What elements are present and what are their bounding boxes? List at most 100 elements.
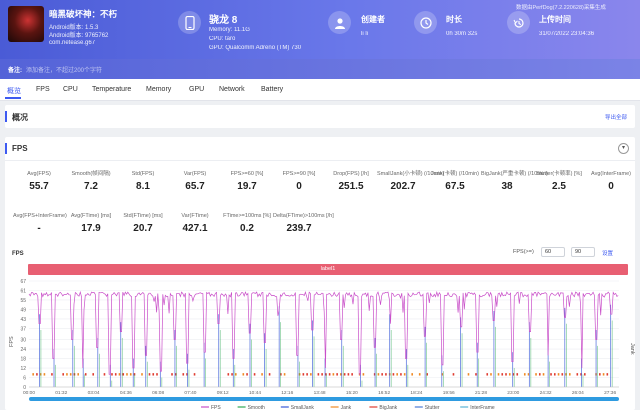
jank-mark <box>118 373 121 376</box>
note-bar[interactable]: 备注: 添加备注，不超过200个字符 <box>0 59 640 79</box>
jank-mark <box>253 373 256 376</box>
metric-label: Std(FTime) [ms] <box>123 213 163 219</box>
jank-mark <box>602 373 605 376</box>
y-tick-label: 67 <box>20 279 26 285</box>
jank-mark <box>475 373 477 376</box>
jank-mark <box>542 373 545 376</box>
jank-mark <box>111 373 113 376</box>
jank-mark <box>32 373 34 376</box>
metric-r1-9: BigJank(严重卡顿) (/10min) 38 <box>481 171 548 192</box>
upload-value: 31/07/2022 23:04:36 <box>539 31 595 37</box>
jank-mark <box>557 373 560 376</box>
time-range-scrollbar[interactable] <box>29 397 619 401</box>
upload-title: 上传时间 <box>539 15 571 24</box>
metric-r1-2: Std(FPS) 8.1 <box>117 171 169 192</box>
y-tick-label: 43 <box>20 317 26 323</box>
jank-mark <box>103 373 106 376</box>
legend-item: Jank <box>341 405 352 410</box>
x-tick-label: 12:16 <box>281 390 293 396</box>
active-tab-indicator <box>5 97 21 99</box>
metric-label: Avg(FTime) [ms] <box>70 213 112 219</box>
jank-mark <box>317 373 320 376</box>
jank-mark <box>283 373 286 376</box>
metric-r1-5: FPS>=90 [%] 0 <box>273 171 325 192</box>
metric-label: Delta(FTime)>100ms [/h] <box>273 213 334 219</box>
tab-memory[interactable]: Memory <box>146 86 171 93</box>
user-icon <box>328 11 351 34</box>
metric-value: 17.9 <box>81 223 101 234</box>
threshold-max-input[interactable]: 90 <box>571 247 595 257</box>
metric-value: 0 <box>296 181 302 192</box>
fps-panel-title: FPS <box>12 144 28 153</box>
metric-label: SmallJank(小卡顿) (/10min) <box>377 171 445 177</box>
tab-gpu[interactable]: GPU <box>189 86 204 93</box>
fps-chart[interactable]: 6761554943373024181260FPSJank00:00 01:32 0… <box>5 275 635 410</box>
x-tick-label: 26:04 <box>572 390 584 396</box>
tab-overview[interactable]: 概览 <box>7 86 21 96</box>
legend-item: SmallJank <box>291 405 315 410</box>
jank-mark <box>77 373 80 376</box>
metric-r1-10: Stutter(卡顿率) [%] 2.5 <box>533 171 585 192</box>
metric-label: Std(FPS) <box>131 171 155 177</box>
duration-value: 0h 30m 32s <box>446 31 478 37</box>
jank-mark <box>268 373 271 376</box>
x-tick-label: 27:36 <box>604 390 616 396</box>
y-tick-label: 30 <box>20 338 26 344</box>
metric-value: 20.7 <box>133 223 153 234</box>
jank-mark <box>467 373 470 376</box>
jank-mark <box>490 373 492 376</box>
jank-mark <box>152 373 155 376</box>
jank-mark <box>43 373 46 376</box>
x-tick-label: 03:04 <box>88 390 100 396</box>
threshold-set-button[interactable]: 设置 <box>602 249 613 257</box>
x-tick-label: 13:48 <box>314 390 326 396</box>
tab-network[interactable]: Network <box>219 86 245 93</box>
metric-r1-11: Avg(InterFrame) 0 <box>585 171 637 192</box>
y-tick-label: 6 <box>23 376 26 382</box>
export-all-button[interactable]: 导出全部 <box>605 113 627 121</box>
metric-label: BigJank(严重卡顿) (/10min) <box>481 171 548 177</box>
jank-mark <box>92 373 95 376</box>
jank-mark <box>62 373 64 376</box>
y-axis-label: FPS <box>9 336 15 347</box>
tab-cpu[interactable]: CPU <box>63 86 78 93</box>
jank-mark <box>261 373 263 376</box>
jank-mark <box>122 373 125 376</box>
metric-label: Avg(FPS) <box>27 171 51 177</box>
jank-mark <box>553 373 556 376</box>
jank-mark <box>156 373 158 376</box>
tab-temperature[interactable]: Temperature <box>92 86 131 93</box>
y-tick-label: 49 <box>20 307 26 313</box>
label-bar[interactable]: label1 <box>28 264 628 275</box>
jank-mark <box>411 373 413 376</box>
metric-label: Avg(InterFrame) <box>591 171 631 177</box>
y-tick-label: 12 <box>20 366 26 372</box>
collapse-chevron-icon[interactable]: ▾ <box>618 143 629 154</box>
metric-value: 65.7 <box>185 181 205 192</box>
y2-axis-label: Jank <box>629 343 635 355</box>
jank-mark <box>535 373 537 376</box>
metric-value: 202.7 <box>390 181 416 192</box>
metric-label: Stutter(卡顿率) [%] <box>536 171 582 177</box>
jank-mark <box>69 373 72 376</box>
section-accent <box>5 143 7 154</box>
note-input[interactable]: 添加备注，不超过200个字符 <box>26 65 102 74</box>
threshold-min-input[interactable]: 60 <box>541 247 565 257</box>
metric-label: Var(FTime) <box>181 213 209 219</box>
jank-mark <box>523 373 526 376</box>
jank-mark <box>182 373 185 376</box>
x-tick-label: 04:36 <box>120 390 132 396</box>
jank-mark <box>310 373 312 376</box>
y-tick-label: 37 <box>20 326 26 332</box>
game-title: 暗黑破坏神：不朽 <box>49 9 118 19</box>
metric-r1-3: Var(FPS) 65.7 <box>169 171 221 192</box>
jank-mark <box>242 373 245 376</box>
jank-mark <box>362 373 365 376</box>
tab-battery[interactable]: Battery <box>261 86 283 93</box>
x-tick-label: 00:00 <box>23 390 35 396</box>
jank-mark <box>66 373 68 376</box>
jank-mark <box>403 373 406 376</box>
metric-value: 0 <box>608 181 614 192</box>
tab-fps[interactable]: FPS <box>36 86 50 93</box>
jank-mark <box>51 373 53 376</box>
